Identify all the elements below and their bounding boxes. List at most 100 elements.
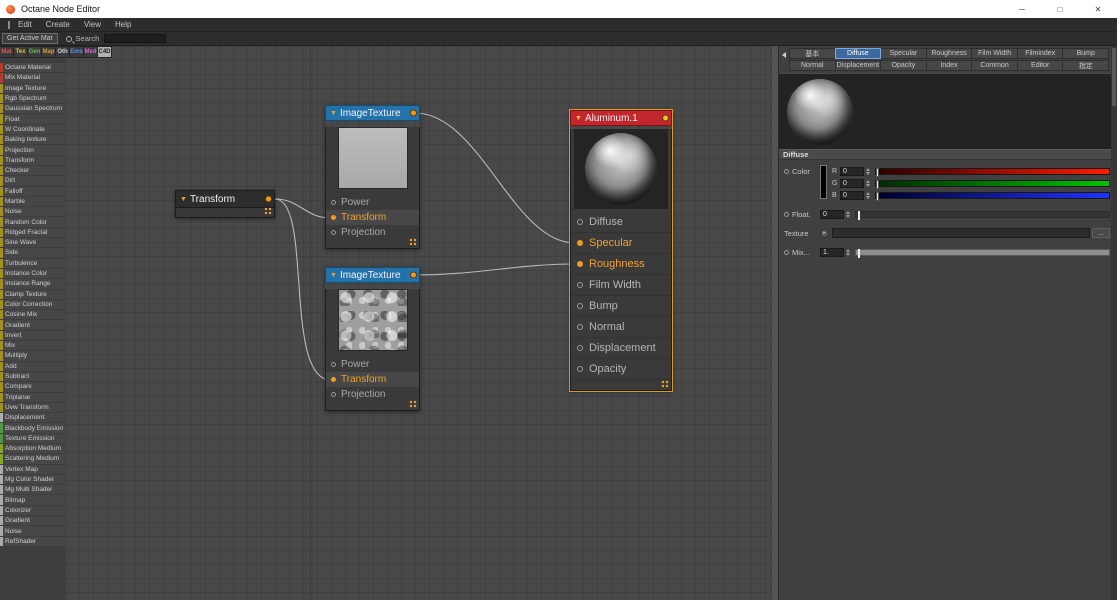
input-pin[interactable] — [331, 230, 336, 235]
node-type-item[interactable]: Image Texture — [0, 83, 65, 93]
input-pin[interactable] — [577, 324, 583, 330]
node-type-item[interactable]: Mix Material — [0, 73, 65, 83]
node-type-item[interactable]: W Coordinate — [0, 124, 65, 135]
node-input-row[interactable]: Bump — [571, 296, 671, 317]
spin-up-icon[interactable] — [866, 179, 870, 183]
slider-handle[interactable] — [858, 248, 860, 258]
node-graph-canvas[interactable]: ▼ Transform ▼ ImageTexture Power Transfo… — [65, 46, 778, 600]
spin-down-icon[interactable] — [866, 183, 870, 187]
spin-up-icon[interactable] — [866, 167, 870, 171]
collapse-triangle-icon[interactable]: ▼ — [180, 196, 187, 203]
property-tab[interactable]: Film Width — [971, 48, 1018, 59]
value-spinner[interactable] — [845, 248, 851, 257]
menu-item[interactable]: Create — [46, 20, 70, 29]
property-tab[interactable]: 基本 — [789, 48, 836, 59]
spin-down-icon[interactable] — [866, 171, 870, 175]
node-input-row[interactable]: Transform — [326, 210, 419, 225]
node-transform-header[interactable]: ▼ Transform — [175, 190, 275, 208]
node-type-item[interactable]: Transform — [0, 155, 65, 165]
node-type-item[interactable]: Displacement — [0, 413, 65, 423]
resize-grip-icon[interactable] — [661, 380, 669, 388]
category-tab[interactable]: Map — [42, 46, 56, 58]
property-tab[interactable]: Common — [971, 60, 1018, 71]
node-transform[interactable]: ▼ Transform — [175, 190, 275, 218]
channel-gradient-slider[interactable] — [875, 191, 1110, 201]
node-type-item[interactable]: Mg Multi Shader — [0, 485, 65, 495]
node-type-item[interactable]: Cosine Mix — [0, 310, 65, 320]
collapse-triangle-icon[interactable]: ▼ — [330, 272, 337, 279]
output-pin[interactable] — [410, 271, 417, 279]
float-slider[interactable] — [855, 210, 1110, 220]
scrollbar-thumb[interactable] — [1112, 48, 1116, 106]
output-pin[interactable] — [265, 195, 272, 203]
node-input-row[interactable]: Roughness — [571, 254, 671, 275]
input-pin[interactable] — [577, 219, 583, 225]
node-type-item[interactable]: Colorizer — [0, 505, 65, 516]
collapse-triangle-icon[interactable]: ▼ — [575, 115, 582, 122]
node-type-item[interactable]: RefShader — [0, 536, 65, 546]
value-spinner[interactable] — [865, 167, 871, 176]
node-aluminum-header[interactable]: ▼ Aluminum.1 — [570, 110, 672, 126]
node-type-item[interactable]: Side — [0, 248, 65, 258]
channel-value-field[interactable]: 0 — [840, 178, 864, 188]
node-input-row[interactable]: Normal — [571, 317, 671, 338]
node-type-item[interactable]: Falloff — [0, 186, 65, 196]
canvas-scrollbar[interactable] — [771, 46, 778, 600]
input-pin[interactable] — [577, 345, 583, 351]
mix-value-field[interactable]: 1. — [820, 247, 844, 257]
input-pin[interactable] — [331, 200, 336, 205]
node-type-item[interactable]: Gradient — [0, 320, 65, 330]
node-type-item[interactable]: Projection — [0, 145, 65, 155]
spin-down-icon[interactable] — [846, 214, 850, 218]
texture-dropdown[interactable] — [832, 228, 1090, 238]
property-tab[interactable]: Roughness — [925, 48, 973, 59]
node-type-item[interactable]: Octane Material — [0, 63, 65, 73]
node-input-row[interactable]: Projection — [326, 387, 419, 402]
minimize-button[interactable]: ─ — [1003, 0, 1041, 18]
category-tab[interactable]: C4D — [98, 46, 112, 58]
node-imagetexture-top[interactable]: ▼ ImageTexture Power Transform Projectio… — [325, 105, 420, 249]
slider-handle[interactable] — [876, 179, 879, 189]
channel-gradient-slider[interactable] — [875, 179, 1110, 189]
close-button[interactable]: ✕ — [1079, 0, 1117, 18]
menu-item[interactable]: Help — [115, 20, 131, 29]
category-tab[interactable]: Mat — [0, 46, 14, 58]
node-type-item[interactable]: Subtract — [0, 371, 65, 382]
node-type-item[interactable]: Instance Color — [0, 268, 65, 279]
node-type-item[interactable]: Dirt — [0, 176, 65, 186]
spin-down-icon[interactable] — [866, 195, 870, 199]
node-type-item[interactable]: Instance Range — [0, 279, 65, 289]
input-pin[interactable] — [331, 377, 336, 382]
node-input-row[interactable]: Specular — [571, 233, 671, 254]
input-pin[interactable] — [331, 215, 336, 220]
node-type-item[interactable]: Absorption Medium — [0, 443, 65, 454]
collapse-triangle-icon[interactable]: ▼ — [330, 110, 337, 117]
value-spinner[interactable] — [865, 191, 871, 200]
input-pin[interactable] — [577, 303, 583, 309]
node-imagetexture-bottom[interactable]: ▼ ImageTexture Power Transform Projectio… — [325, 267, 420, 411]
parameter-pin-icon[interactable] — [784, 211, 789, 217]
color-swatch[interactable] — [820, 165, 827, 199]
category-tab[interactable]: Ems — [70, 46, 84, 58]
property-tab[interactable]: Normal — [789, 60, 836, 71]
node-type-item[interactable]: Multiply — [0, 351, 65, 361]
maximize-button[interactable]: □ — [1041, 0, 1079, 18]
property-tab[interactable]: Opacity — [880, 60, 927, 71]
category-tab[interactable]: Oth — [56, 46, 70, 58]
node-type-item[interactable]: Ridged Fractal — [0, 227, 65, 238]
property-tab[interactable]: Displacement — [834, 60, 882, 71]
node-type-item[interactable]: Mix — [0, 341, 65, 351]
resize-grip-icon[interactable] — [409, 238, 417, 246]
property-tab[interactable]: Diffuse — [834, 48, 882, 59]
channel-value-field[interactable]: 0 — [840, 166, 864, 176]
category-tab[interactable]: Tex — [14, 46, 28, 58]
node-input-row[interactable]: Power — [326, 195, 419, 210]
node-type-item[interactable]: Rgb Spectrum — [0, 93, 65, 104]
node-type-item[interactable]: Mg Color Shader — [0, 474, 65, 485]
value-spinner[interactable] — [865, 179, 871, 188]
node-type-item[interactable]: Vertex Map — [0, 464, 65, 474]
node-imagetexture-bottom-header[interactable]: ▼ ImageTexture — [325, 267, 420, 283]
get-active-mat-button[interactable]: Get Active Mat — [2, 33, 58, 44]
menu-item[interactable]: View — [84, 20, 101, 29]
property-tab[interactable]: Filmindex — [1016, 48, 1064, 59]
